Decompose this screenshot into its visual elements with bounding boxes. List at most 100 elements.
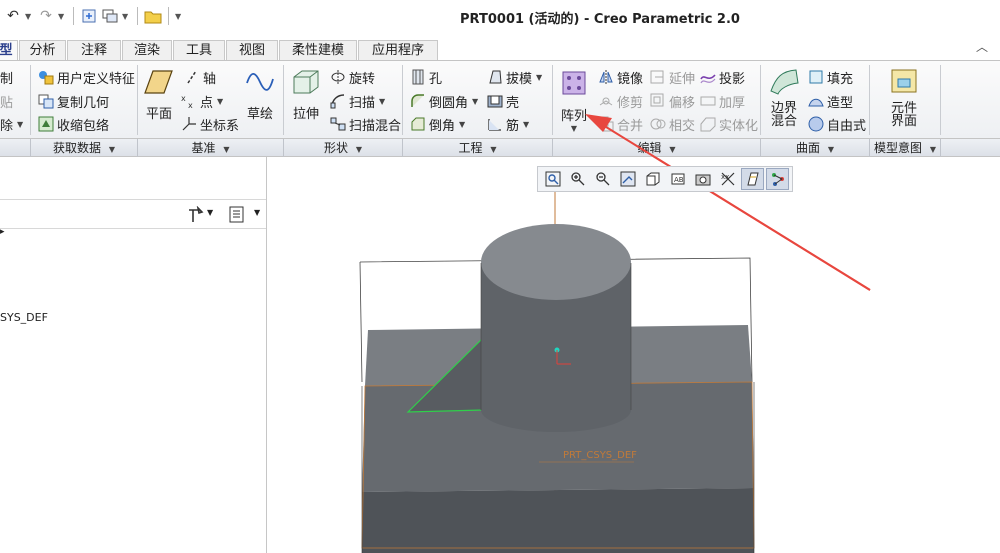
customize-toolbar-icon[interactable]: ▼ [175,12,184,21]
group-get-data[interactable]: 获取数据 ▼ [31,140,137,156]
pattern-button[interactable]: 阵列 ▼ [556,69,592,133]
thicken-label: 加厚 [719,95,746,111]
revolve-button[interactable]: 旋转 [330,67,375,87]
group-datum[interactable]: 基准 ▼ [138,140,283,156]
round-button[interactable]: 倒圆角 ▼ [410,91,478,111]
draft-button[interactable]: 拔模 ▼ [487,67,542,87]
point-button[interactable]: xx 点 ▼ [181,91,223,111]
repaint-icon[interactable] [616,168,639,190]
project-button[interactable]: 投影 [700,67,745,87]
tab-flexible-modeling[interactable]: 柔性建模 [279,40,357,60]
regenerate-icon[interactable] [80,6,98,26]
cylinder-top[interactable] [481,224,631,300]
windows-dropdown-icon[interactable]: ▼ [122,12,131,21]
rib-button[interactable]: 筋 ▼ [487,114,529,134]
chevron-down-icon[interactable]: ▼ [459,120,465,129]
view-manager-icon[interactable] [691,168,714,190]
display-style-icon[interactable] [641,168,664,190]
zoom-out-icon[interactable] [591,168,614,190]
plane-button[interactable]: 平面 [140,69,178,122]
trim-button[interactable]: 修剪 [598,91,643,111]
redo-dropdown-icon[interactable]: ▼ [58,12,67,21]
sketch-label: 草绘 [246,107,273,122]
tab-annotate[interactable]: 注释 [67,40,121,60]
hole-button[interactable]: 孔 [410,67,442,87]
intersect-button[interactable]: 相交 [650,114,695,134]
tree-item-csys[interactable]: SYS_DEF [0,311,48,324]
solidify-button[interactable]: 实体化 [700,114,758,134]
coordinate-system-button[interactable]: 坐标系 [181,114,239,134]
component-interface-button[interactable]: 元件 界面 [880,67,928,128]
chamfer-icon [410,116,426,132]
freestyle-button[interactable]: 自由式 [808,114,866,134]
chevron-down-icon[interactable]: ▼ [207,208,213,217]
chevron-down-icon[interactable]: ▼ [472,97,478,106]
tab-view[interactable]: 视图 [226,40,278,60]
shell-button[interactable]: 壳 [487,91,519,111]
folder-icon[interactable] [144,6,162,26]
delete-button[interactable]: 除 ▼ [0,114,23,134]
datum-display-icon[interactable] [741,168,764,190]
fill-button[interactable]: 填充 [808,67,853,87]
axis-button[interactable]: 轴 [184,67,216,87]
chevron-down-icon[interactable]: ▼ [217,97,223,106]
undo-icon[interactable]: ↶ [4,6,22,26]
boundary-blend-button[interactable]: 边界 混合 [764,67,804,128]
point-icon: xx [181,93,197,110]
component-interface-label-2: 界面 [890,114,917,129]
undo-dropdown-icon[interactable]: ▼ [25,12,34,21]
group-shapes[interactable]: 形状 ▼ [284,140,402,156]
group-get-data-label: 获取数据 [53,141,102,155]
extrude-button[interactable]: 拉伸 [287,69,325,122]
paste-button[interactable]: 贴 [0,91,13,111]
swept-blend-button[interactable]: 扫描混合 [330,114,401,134]
tab-analysis[interactable]: 分析 [19,40,66,60]
spin-center-icon[interactable] [766,168,789,190]
offset-button[interactable]: 偏移 [650,91,695,111]
windows-icon[interactable] [101,6,119,26]
chevron-down-icon[interactable]: ▼ [536,73,542,82]
chevron-down-icon: ▼ [108,145,115,154]
chevron-down-icon[interactable]: ▼ [523,120,529,129]
refit-icon[interactable] [541,168,564,190]
merge-button[interactable]: 合并 [598,114,643,134]
settings-icon[interactable] [187,205,205,227]
tree-expander[interactable]: ▸ [0,227,5,237]
tab-applications[interactable]: 应用程序 [358,40,438,60]
mirror-label: 镜像 [617,71,644,87]
group-surfaces[interactable]: 曲面 ▼ [761,140,869,156]
chamfer-button[interactable]: 倒角 ▼ [410,114,465,134]
tab-render[interactable]: 渲染 [122,40,172,60]
extend-button[interactable]: 延伸 [650,67,695,87]
thicken-button[interactable]: 加厚 [700,91,745,111]
perspective-icon[interactable]: xx [716,168,739,190]
tab-model[interactable]: 型 [0,40,18,60]
shrinkwrap-button[interactable]: 收缩包络 [38,114,109,134]
chevron-down-icon[interactable]: ▼ [379,97,385,106]
saved-orientations-icon[interactable]: AB [666,168,689,190]
show-list-icon[interactable] [228,206,246,227]
style-button[interactable]: 造型 [808,91,853,111]
group-engineering[interactable]: 工程 ▼ [403,140,552,156]
chevron-down-icon[interactable]: ▼ [556,124,592,133]
copy-geometry-button[interactable]: 复制几何 [38,91,109,111]
user-defined-feature-button[interactable]: 用户定义特征 [38,67,135,87]
sketch-button[interactable]: 草绘 [242,69,278,122]
group-model-intent[interactable]: 模型意图 ▼ [870,140,940,156]
redo-icon[interactable]: ↷ [37,6,55,26]
group-separator [940,65,941,135]
hole-label: 孔 [429,71,443,87]
mirror-button[interactable]: 镜像 [598,67,643,87]
graphics-window[interactable]: PRT_CSYS_DEF [268,157,1000,553]
model-viewport[interactable]: PRT_CSYS_DEF [268,157,1000,553]
chevron-down-icon[interactable]: ▼ [254,208,260,217]
regenerate-partial-button[interactable]: 制 [0,67,13,87]
sweep-button[interactable]: 扫描 ▼ [330,91,385,111]
group-editing[interactable]: 编辑 ▼ [553,140,760,156]
tab-tools[interactable]: 工具 [173,40,225,60]
revolve-icon [330,69,346,85]
zoom-in-icon[interactable] [566,168,589,190]
round-label: 倒圆角 [429,95,469,111]
chevron-up-icon[interactable]: ︿ [976,38,988,55]
trim-icon [598,93,614,109]
